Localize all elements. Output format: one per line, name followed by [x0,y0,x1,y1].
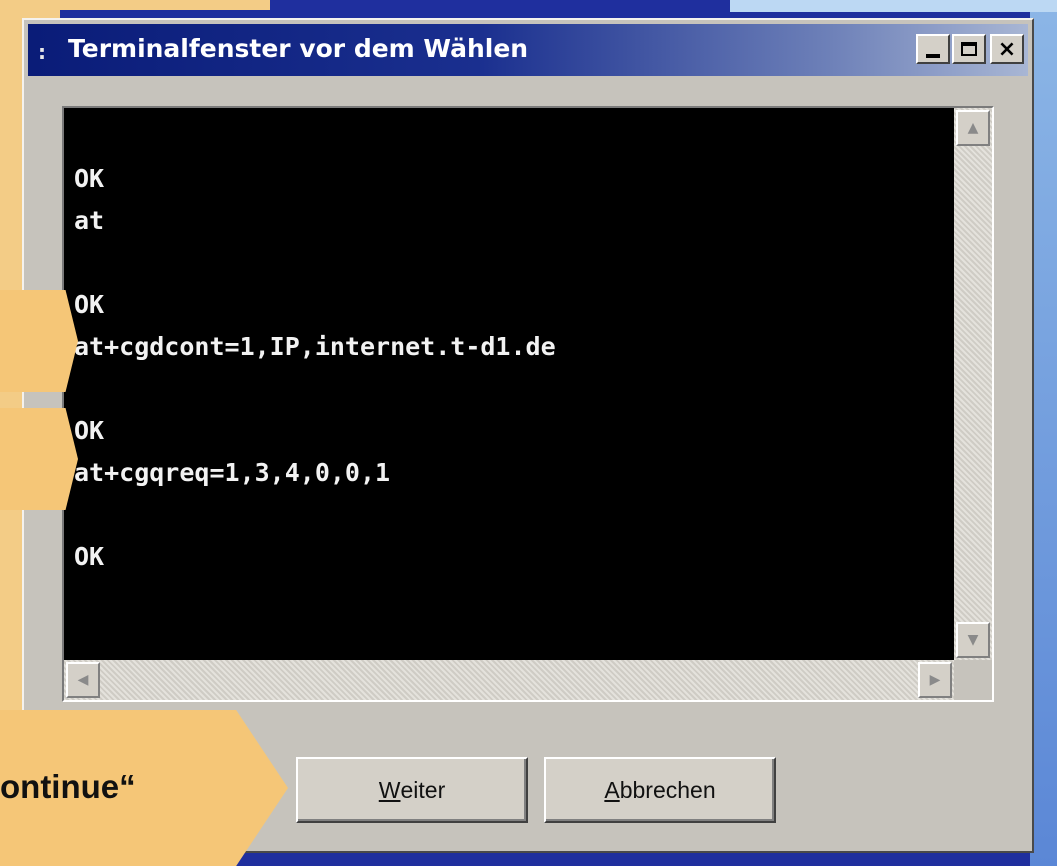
slide-right-strip [1030,0,1057,866]
cancel-button[interactable]: Abbrechen [544,757,776,823]
cancel-mnemonic: A [604,776,620,803]
continue-button[interactable]: Weiter [296,757,528,823]
terminal-line: at [74,206,105,235]
terminal-output[interactable]: OK at OK at+cgdcont=1,IP,internet.t-d1.d… [64,108,954,660]
slide-top-right-strip [730,0,1057,12]
terminal-line: at+cgqreq=1,3,4,0,0,1 [74,458,391,487]
callout-arrow-cgqreq [0,408,78,510]
arrow-right-icon: ▶ [929,672,941,688]
window-icon: : [38,40,46,64]
close-button[interactable]: × [990,34,1024,64]
terminal-line: at+cgdcont=1,IP,internet.t-d1.de [74,332,556,361]
terminal-line: OK [74,542,105,571]
terminal-line: OK [74,290,105,319]
scroll-down-button[interactable]: ▼ [956,622,990,658]
arrow-left-icon: ◀ [77,672,89,688]
scroll-left-button[interactable]: ◀ [66,662,100,698]
scroll-right-button[interactable]: ▶ [918,662,952,698]
scroll-up-button[interactable]: ▲ [956,110,990,146]
terminal-line: OK [74,164,105,193]
continue-mnemonic: W [378,776,401,803]
slide-top-panel [0,0,270,10]
minimize-icon [926,54,940,58]
vertical-scrollbar[interactable]: ▲ ▼ [954,108,992,660]
cancel-label: bbrechen [619,776,716,803]
close-icon: × [997,36,1017,62]
maximize-icon [961,42,977,56]
callout-continue-text: ontinue“ [0,768,136,805]
maximize-button[interactable] [952,34,986,64]
scrollbar-corner [954,660,992,700]
minimize-button[interactable] [916,34,950,64]
horizontal-scrollbar[interactable]: ◀ ▶ [64,660,954,700]
continue-label: eiter [400,776,446,803]
arrow-down-icon: ▼ [967,632,979,648]
arrow-up-icon: ▲ [967,120,979,136]
terminal-frame: OK at OK at+cgdcont=1,IP,internet.t-d1.d… [62,106,994,702]
title-bar[interactable]: : Terminalfenster vor dem Wählen × [28,24,1028,76]
callout-arrow-cgdcont [0,290,78,392]
terminal-line: OK [74,416,105,445]
window-title: Terminalfenster vor dem Wählen [68,34,529,63]
